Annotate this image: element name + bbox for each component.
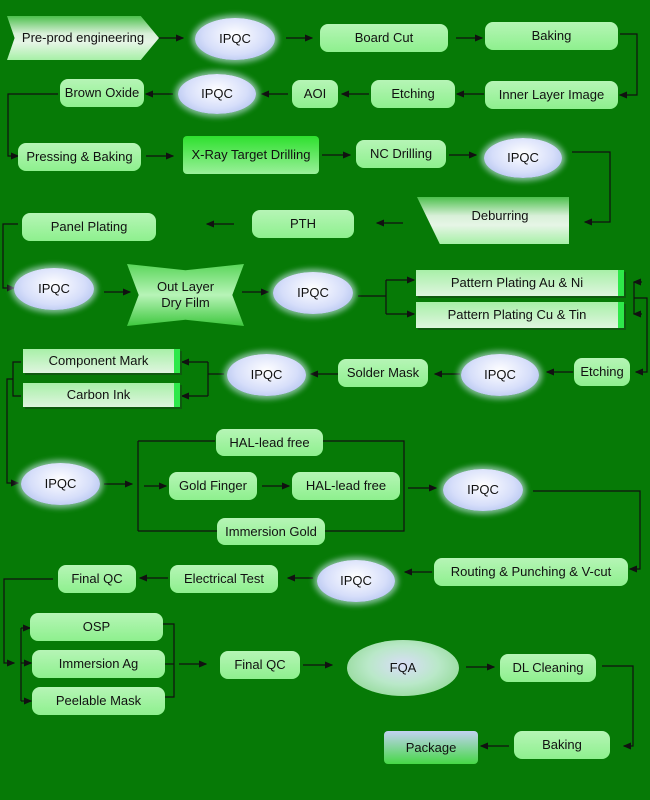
step-aoi[interactable]: AOI: [292, 80, 338, 108]
step-label: IPQC: [219, 31, 251, 47]
step-ipqc-3[interactable]: IPQC: [484, 138, 562, 178]
step-dl-cleaning[interactable]: DL Cleaning: [500, 654, 596, 682]
step-label: IPQC: [297, 285, 329, 301]
step-label: IPQC: [467, 482, 499, 498]
step-label: FQA: [389, 660, 417, 676]
step-label: Pressing & Baking: [26, 149, 133, 165]
step-preprod-engineering[interactable]: Pre-prod engineering: [7, 16, 159, 60]
step-label: DL Cleaning: [512, 660, 584, 676]
step-label: IPQC: [38, 281, 70, 297]
step-electrical-test[interactable]: Electrical Test: [170, 565, 278, 593]
step-ipqc-1[interactable]: IPQC: [195, 18, 275, 60]
step-baking-2[interactable]: Baking: [514, 731, 610, 759]
step-label: Electrical Test: [184, 571, 264, 587]
step-label: IPQC: [44, 476, 77, 492]
step-label-line-2: Dry Film: [161, 295, 210, 310]
step-label: Peelable Mask: [55, 693, 142, 709]
step-solder-mask[interactable]: Solder Mask: [338, 359, 428, 387]
step-routing-punching-vcut[interactable]: Routing & Punching & V-cut: [434, 558, 628, 586]
step-label: Package: [405, 739, 457, 755]
arrow: [634, 297, 648, 376]
step-label: Final QC: [234, 657, 286, 673]
step-label: Solder Mask: [346, 365, 420, 381]
step-label: Immersion Gold: [225, 523, 317, 539]
step-label: Baking: [542, 737, 582, 753]
step-etching-2[interactable]: Etching: [574, 358, 630, 386]
step-pattern-plating-cu-tin[interactable]: Pattern Plating Cu & Tin: [416, 302, 624, 328]
step-label: IPQC: [507, 150, 539, 166]
step-label: Inner Layer Image: [498, 87, 605, 103]
step-label: NC Drilling: [369, 146, 433, 162]
step-label: Immersion Ag: [58, 656, 139, 672]
step-osp[interactable]: OSP: [30, 613, 163, 641]
step-label: Out Layer Dry Film: [157, 279, 214, 310]
step-label: Routing & Punching & V-cut: [450, 564, 612, 580]
step-hal-lead-free-mid[interactable]: HAL-lead free: [292, 472, 400, 500]
step-ipqc-5[interactable]: IPQC: [273, 272, 353, 314]
step-ipqc-4[interactable]: IPQC: [14, 268, 94, 310]
step-ipqc-6[interactable]: IPQC: [461, 354, 539, 396]
step-label: Carbon Ink: [66, 387, 131, 403]
step-ipqc-2[interactable]: IPQC: [178, 74, 256, 114]
step-immersion-gold[interactable]: Immersion Gold: [217, 518, 325, 545]
step-gold-finger[interactable]: Gold Finger: [169, 472, 257, 500]
step-label: Board Cut: [354, 30, 414, 46]
step-label: Deburring: [471, 207, 529, 223]
step-ipqc-10[interactable]: IPQC: [317, 560, 395, 602]
step-label: Component Mark: [48, 353, 149, 369]
step-label: HAL-lead free: [305, 478, 387, 494]
step-label: PTH: [290, 216, 316, 232]
step-label: Panel Plating: [50, 219, 128, 235]
step-ipqc-8[interactable]: IPQC: [21, 463, 100, 505]
step-label: AOI: [303, 86, 327, 102]
step-label: IPQC: [484, 367, 516, 383]
step-ipqc-7[interactable]: IPQC: [227, 354, 306, 396]
step-hal-lead-free-top[interactable]: HAL-lead free: [216, 429, 323, 456]
step-label: Etching: [580, 364, 624, 380]
step-label: Final QC: [71, 571, 123, 587]
step-final-qc-2[interactable]: Final QC: [220, 651, 300, 679]
step-pressing-baking[interactable]: Pressing & Baking: [18, 143, 141, 171]
step-label: Brown Oxide: [64, 85, 140, 101]
step-label: X-Ray Target Drilling: [191, 147, 311, 163]
step-peelable-mask[interactable]: Peelable Mask: [32, 687, 165, 715]
step-out-layer-dry-film[interactable]: Out Layer Dry Film: [127, 264, 244, 326]
step-baking-1[interactable]: Baking: [485, 22, 618, 50]
step-final-qc-1[interactable]: Final QC: [58, 565, 136, 593]
step-label: IPQC: [250, 367, 283, 383]
step-ipqc-9[interactable]: IPQC: [443, 469, 523, 511]
step-nc-drilling[interactable]: NC Drilling: [356, 140, 446, 168]
step-pth[interactable]: PTH: [252, 210, 354, 238]
step-inner-layer-image[interactable]: Inner Layer Image: [485, 81, 618, 109]
step-package[interactable]: Package: [384, 731, 478, 764]
step-label: IPQC: [340, 573, 372, 589]
step-panel-plating[interactable]: Panel Plating: [22, 213, 156, 241]
step-label: Pattern Plating Au & Ni: [450, 275, 584, 291]
step-label: Baking: [531, 28, 572, 44]
step-board-cut[interactable]: Board Cut: [320, 24, 448, 52]
step-label: IPQC: [201, 86, 233, 102]
step-label: Pattern Plating Cu & Tin: [447, 307, 587, 323]
step-pattern-plating-au-ni[interactable]: Pattern Plating Au & Ni: [416, 270, 624, 296]
arrow: [2, 223, 18, 292]
arrow: [12, 361, 21, 397]
step-label: Etching: [391, 86, 435, 102]
step-brown-oxide[interactable]: Brown Oxide: [60, 79, 144, 107]
step-label-line-1: Out Layer: [156, 279, 215, 295]
step-etching-1[interactable]: Etching: [371, 80, 455, 108]
step-xray-target-drilling[interactable]: X-Ray Target Drilling: [183, 136, 319, 174]
step-deburring[interactable]: Deburring: [417, 197, 569, 244]
step-label: OSP: [82, 619, 111, 635]
arrow: [572, 151, 611, 226]
step-label: Gold Finger: [179, 478, 247, 494]
step-label: Pre-prod engineering: [21, 30, 145, 46]
step-immersion-ag[interactable]: Immersion Ag: [32, 650, 165, 678]
arrow: [618, 33, 638, 99]
step-carbon-ink[interactable]: Carbon Ink: [23, 383, 180, 407]
step-label: HAL-lead free: [229, 434, 310, 450]
step-fqa[interactable]: FQA: [347, 640, 459, 696]
step-component-mark[interactable]: Component Mark: [23, 349, 180, 373]
